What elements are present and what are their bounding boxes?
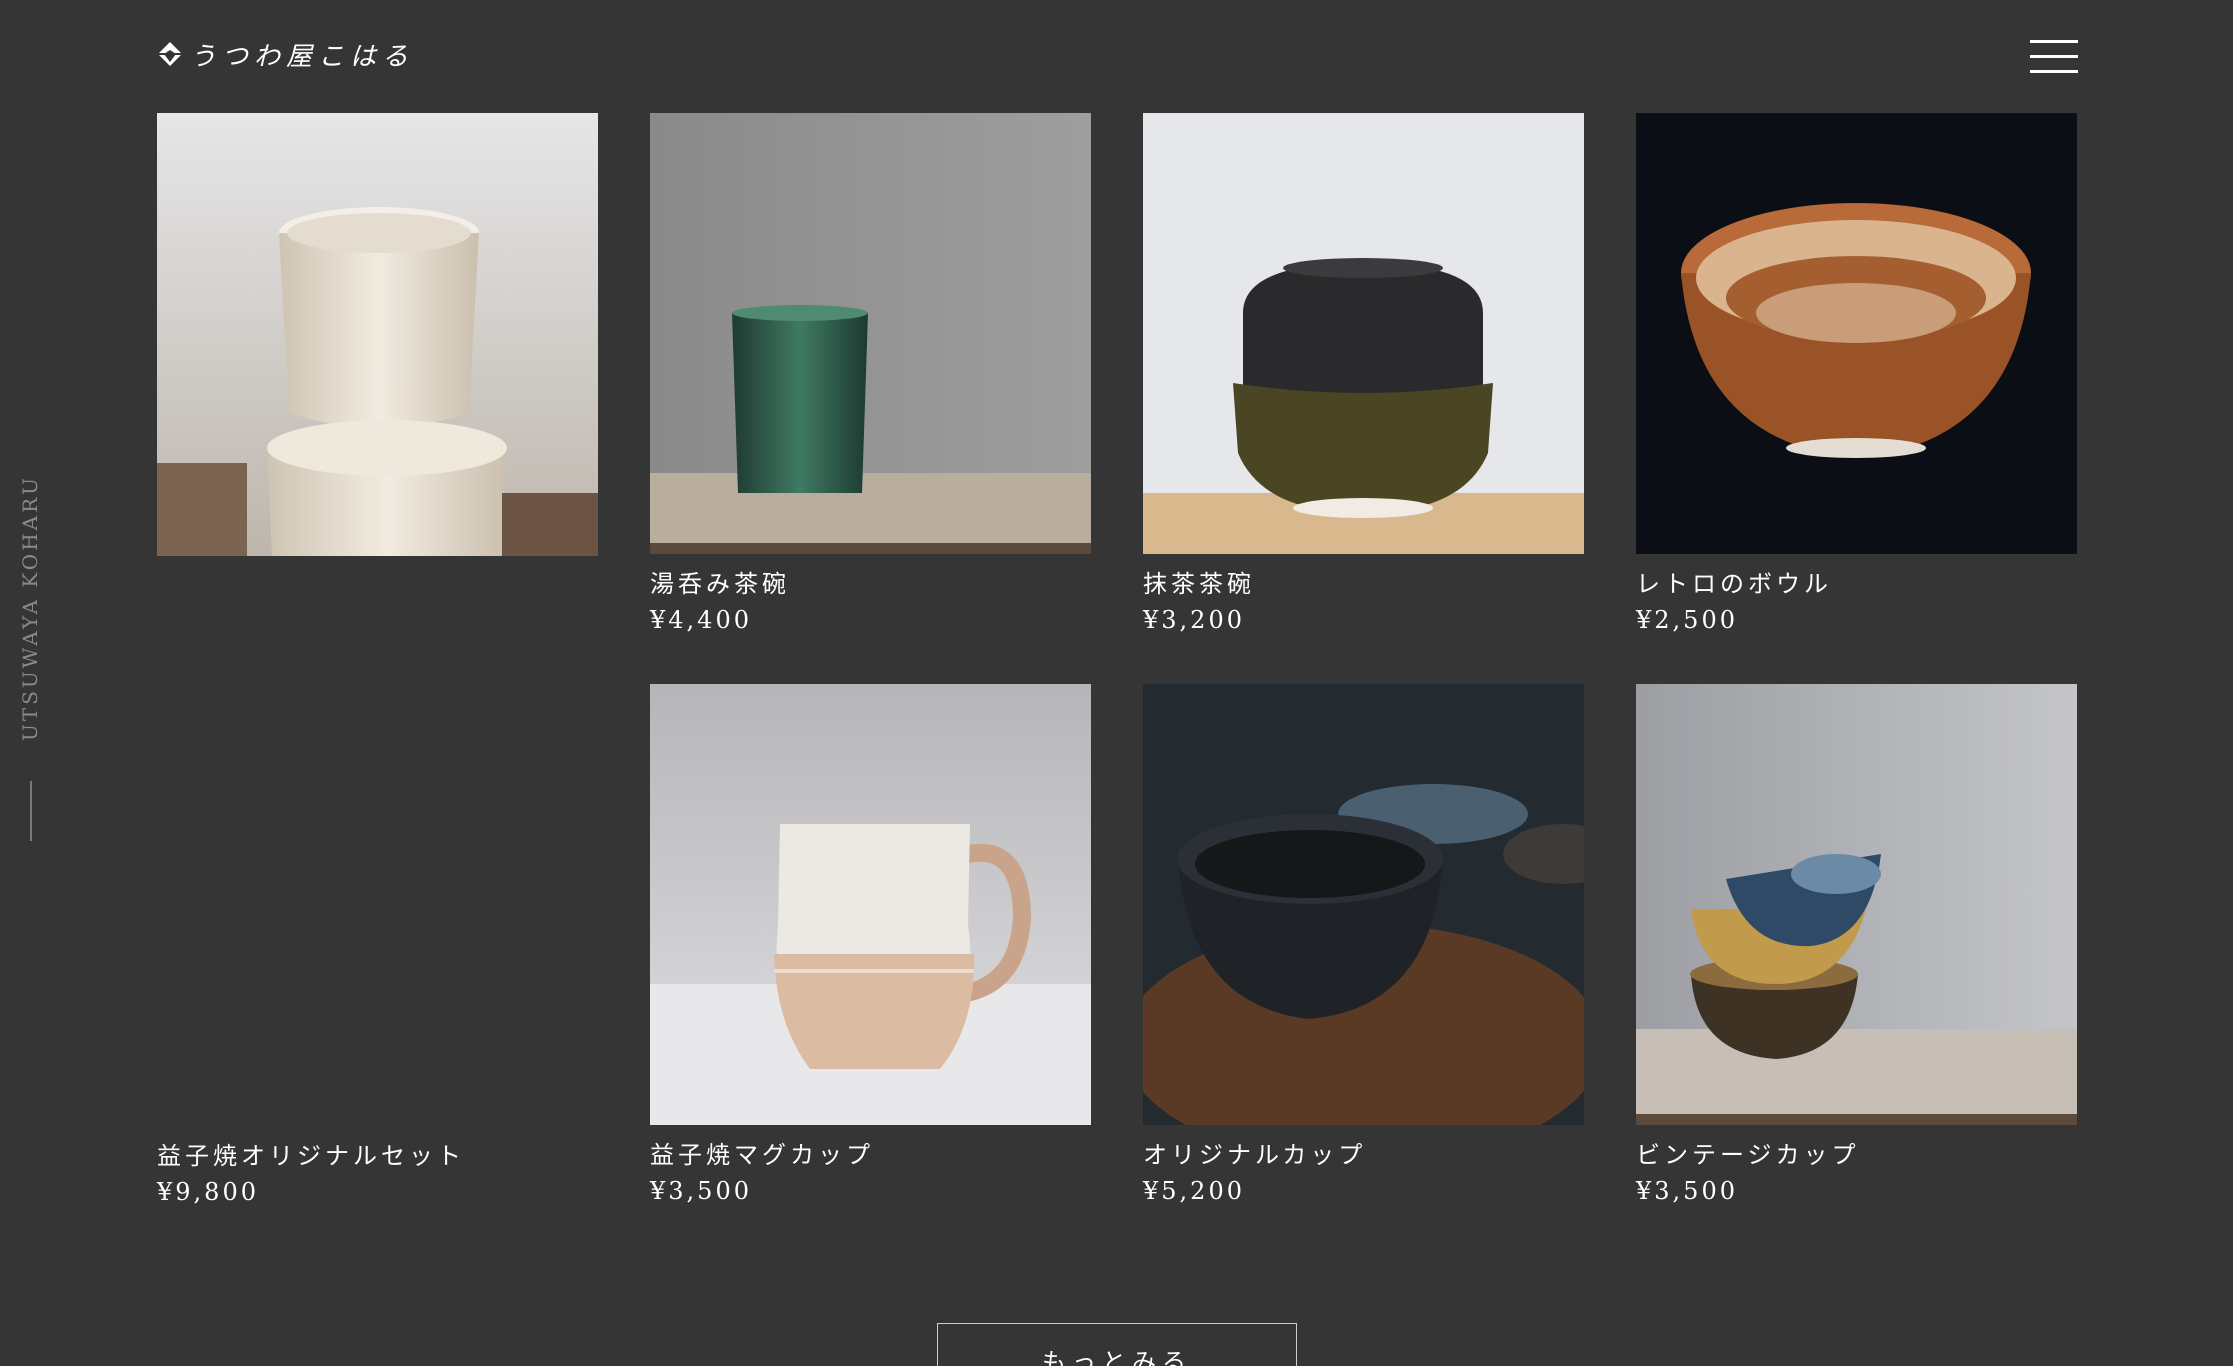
product-card-info: 湯呑み茶碗 ¥4,400	[650, 558, 790, 638]
product-image-dark-cups[interactable]	[1143, 684, 1584, 1125]
product-card[interactable]	[1143, 684, 1584, 1125]
product-image-speckled-bowls[interactable]	[157, 113, 598, 556]
product-card-info: 抹茶茶碗 ¥3,200	[1143, 558, 1255, 638]
site-logo[interactable]: うつわ屋こはる	[156, 36, 414, 72]
hamburger-menu-button[interactable]	[2030, 38, 2078, 76]
hamburger-icon-bar	[2030, 70, 2078, 73]
product-card[interactable]	[1636, 684, 2077, 1125]
product-card-info: オリジナルカップ ¥5,200	[1143, 1129, 1366, 1209]
product-card[interactable]	[1636, 113, 2077, 554]
hamburger-icon-bar	[2030, 55, 2078, 58]
product-name[interactable]: レトロのボウル	[1636, 566, 1832, 602]
product-price: ¥3,500	[1636, 1177, 1738, 1205]
product-price: ¥3,200	[1143, 606, 1245, 634]
product-name[interactable]: 抹茶茶碗	[1143, 566, 1255, 602]
product-price: ¥5,200	[1143, 1177, 1245, 1205]
side-divider-line	[30, 781, 32, 841]
product-card[interactable]	[650, 684, 1091, 1125]
product-name[interactable]: ビンテージカップ	[1636, 1137, 1860, 1173]
product-card-info: 益子焼マグカップ ¥3,500	[650, 1129, 874, 1209]
product-listing-page: うつわ屋こはる UTSUWAYA KOHARU 益子焼オリジナルセット ¥9,8…	[0, 0, 2233, 1366]
hamburger-icon-bar	[2030, 40, 2078, 43]
logo-text: うつわ屋こはる	[190, 41, 415, 72]
product-card-info: ビンテージカップ ¥3,500	[1636, 1129, 1860, 1209]
product-price: ¥3,500	[650, 1177, 752, 1205]
product-image-matcha-bowl[interactable]	[1143, 113, 1584, 554]
product-name[interactable]: オリジナルカップ	[1143, 1137, 1366, 1173]
product-price: ¥9,800	[157, 1178, 259, 1206]
product-price: ¥4,400	[650, 606, 752, 634]
see-more-button[interactable]: もっとみる	[937, 1323, 1297, 1366]
product-price: ¥2,500	[1636, 606, 1738, 634]
product-name[interactable]: 湯呑み茶碗	[650, 566, 790, 602]
side-brand-label: UTSUWAYA KOHARU	[18, 475, 42, 741]
product-image-striped-bowl[interactable]	[1636, 113, 2077, 554]
product-card-info: レトロのボウル ¥2,500	[1636, 558, 1832, 638]
product-card-info: 益子焼オリジナルセット ¥9,800	[157, 1130, 465, 1210]
diamond-logo-icon	[158, 42, 182, 66]
product-card[interactable]	[157, 113, 598, 556]
product-card[interactable]	[650, 113, 1091, 554]
product-name[interactable]: 益子焼マグカップ	[650, 1137, 874, 1173]
product-image-green-teacup[interactable]	[650, 113, 1091, 554]
product-card[interactable]	[1143, 113, 1584, 554]
product-image-stacked-cups[interactable]	[1636, 684, 2077, 1125]
product-image-mug[interactable]	[650, 684, 1091, 1125]
product-name[interactable]: 益子焼オリジナルセット	[157, 1138, 465, 1174]
